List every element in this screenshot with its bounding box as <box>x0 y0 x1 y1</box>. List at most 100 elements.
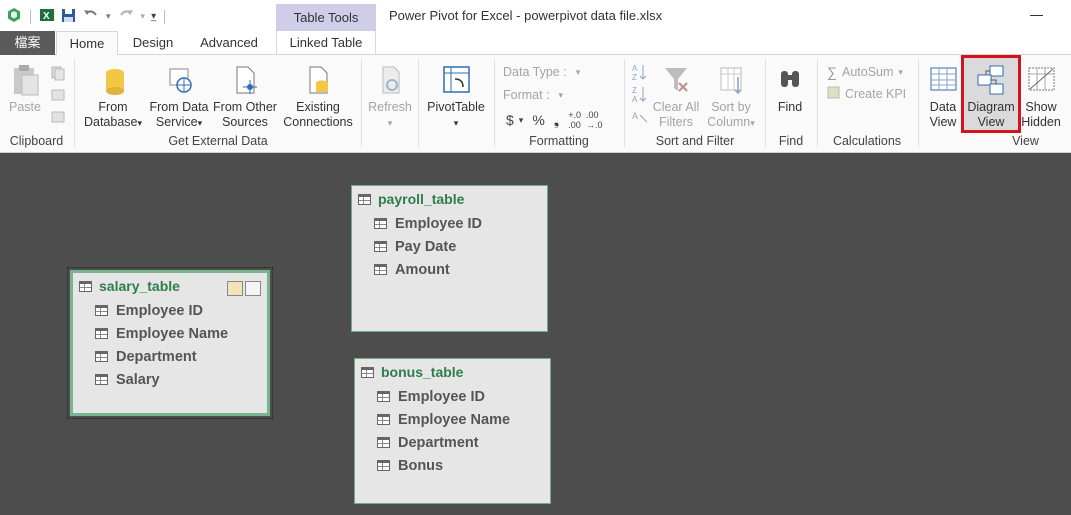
existing-connections-button[interactable]: Existing Connections <box>282 63 354 130</box>
tab-design[interactable]: Design <box>122 31 184 55</box>
svg-text:A: A <box>632 95 638 103</box>
bonus-table-card[interactable]: bonus_table Employee ID Employee Name De… <box>354 358 551 504</box>
column-icon <box>95 374 108 385</box>
column-item[interactable]: Employee ID <box>73 299 267 322</box>
table-header[interactable]: payroll_table <box>352 186 547 212</box>
group-label-clipboard: Clipboard <box>9 134 64 148</box>
database-icon <box>106 69 124 95</box>
connections-icon <box>309 66 328 94</box>
maximize-table-button[interactable] <box>245 281 261 296</box>
show-hidden-icon <box>1028 67 1055 91</box>
group-label-view: View <box>1012 134 1039 148</box>
currency-dropdown-icon[interactable]: ▾ <box>519 115 524 126</box>
column-item[interactable]: Employee ID <box>355 385 550 408</box>
data-type-dropdown[interactable]: Data Type : ▾ <box>503 65 580 79</box>
table-name: bonus_table <box>381 364 464 380</box>
group-separator <box>361 59 362 147</box>
collapse-table-button[interactable] <box>227 281 243 296</box>
undo-dropdown-icon[interactable]: ▾ <box>106 11 111 22</box>
column-icon <box>377 414 390 425</box>
paste-icon <box>14 65 39 96</box>
column-item[interactable]: Bonus <box>355 454 550 477</box>
clear-sort-icon[interactable]: A <box>632 107 648 128</box>
minimize-button[interactable] <box>1030 15 1043 16</box>
column-item[interactable]: Pay Date <box>352 235 547 258</box>
paste-button[interactable]: Paste <box>6 63 44 115</box>
table-icon <box>358 193 371 205</box>
salary-table-card[interactable]: salary_table Employee ID Employee Name D… <box>67 267 273 419</box>
group-separator <box>918 59 919 147</box>
column-item[interactable]: Salary <box>73 368 267 391</box>
find-button[interactable]: Find <box>770 63 810 115</box>
currency-button[interactable]: $ <box>506 112 514 128</box>
autosum-button[interactable]: ∑ AutoSum ▾ <box>827 64 903 80</box>
column-item[interactable]: Employee Name <box>73 322 267 345</box>
column-icon <box>377 391 390 402</box>
sort-by-column-button[interactable]: Sort by Column▾ <box>704 63 758 131</box>
format-dropdown[interactable]: Format : ▾ <box>503 88 563 102</box>
increase-decimal-icon[interactable]: +.0.00 <box>568 110 581 130</box>
svg-text:Z: Z <box>632 86 637 95</box>
pivottable-icon <box>443 66 470 93</box>
from-other-sources-button[interactable]: From Other Sources <box>212 63 278 130</box>
qat-separator <box>30 9 31 24</box>
table-name: payroll_table <box>378 191 465 207</box>
ribbon-tabs: 檔案 Home Design Advanced Linked Table <box>0 31 1071 56</box>
tab-file[interactable]: 檔案 <box>0 31 55 55</box>
clear-all-filters-button[interactable]: Clear All Filters <box>651 63 701 130</box>
column-item[interactable]: Employee Name <box>355 408 550 431</box>
from-database-button[interactable]: From Database▾ <box>80 63 146 131</box>
decrease-decimal-icon[interactable]: .00 →.0 <box>586 110 603 130</box>
table-name: salary_table <box>99 278 180 294</box>
group-label-find: Find <box>778 134 804 148</box>
percent-button[interactable]: % <box>532 112 544 128</box>
payroll-table-card[interactable]: payroll_table Employee ID Pay Date Amoun… <box>351 185 548 332</box>
customize-qat-icon[interactable]: ▾̲ <box>151 11 156 22</box>
format-painter-icon[interactable] <box>50 109 66 128</box>
tab-home[interactable]: Home <box>56 31 118 56</box>
quick-access-toolbar: X ▾ ▾ ▾̲ <box>6 7 167 26</box>
undo-icon[interactable] <box>82 8 100 25</box>
create-kpi-button[interactable]: Create KPI <box>827 86 906 102</box>
cut-icon[interactable] <box>50 87 66 106</box>
column-icon <box>95 305 108 316</box>
kpi-icon <box>827 86 840 102</box>
refresh-icon <box>382 66 400 94</box>
window-title: Power Pivot for Excel - powerpivot data … <box>389 8 663 23</box>
column-item[interactable]: Department <box>355 431 550 454</box>
tab-linked-table[interactable]: Linked Table <box>276 31 376 55</box>
table-header[interactable]: bonus_table <box>355 359 550 385</box>
group-label-calculations: Calculations <box>832 134 902 148</box>
sigma-icon: ∑ <box>827 64 837 80</box>
sort-ascending-icon[interactable]: AZ <box>632 63 648 84</box>
redo-dropdown-icon[interactable]: ▾ <box>141 11 146 22</box>
table-icon <box>361 366 374 378</box>
other-sources-icon <box>236 66 257 94</box>
group-label-formatting: Formatting <box>529 134 589 148</box>
redo-icon[interactable] <box>117 8 135 25</box>
copy-icon[interactable] <box>50 65 66 84</box>
column-item[interactable]: Employee ID <box>352 212 547 235</box>
excel-icon[interactable]: X <box>39 7 55 26</box>
save-icon[interactable] <box>61 8 76 26</box>
binoculars-icon <box>781 71 799 87</box>
title-bar: X ▾ ▾ ▾̲ Table Tools Power Pivot for Exc… <box>0 0 1071 31</box>
column-item[interactable]: Amount <box>352 258 547 281</box>
sort-descending-icon[interactable]: ZA <box>632 85 648 106</box>
number-format-row: $ ▾ % ❟ +.0.00 .00 →.0 <box>506 110 603 130</box>
qat-separator <box>164 9 166 24</box>
group-separator <box>74 59 75 147</box>
group-label-sort-and-filter: Sort and Filter <box>655 134 735 148</box>
column-icon <box>374 218 387 229</box>
tab-advanced[interactable]: Advanced <box>190 31 268 55</box>
comma-button[interactable]: ❟ <box>554 112 560 129</box>
column-item[interactable]: Department <box>73 345 267 368</box>
refresh-button[interactable]: Refresh ▾ <box>366 63 414 131</box>
column-icon <box>374 241 387 252</box>
table-header-buttons <box>227 281 261 296</box>
show-hidden-button[interactable]: Show Hidden <box>1021 63 1061 130</box>
pivottable-button[interactable]: PivotTable ▾ <box>422 63 490 131</box>
data-view-button[interactable]: Data View <box>924 63 962 130</box>
from-data-service-button[interactable]: From Data Service▾ <box>147 63 211 131</box>
svg-text:X: X <box>43 11 50 22</box>
